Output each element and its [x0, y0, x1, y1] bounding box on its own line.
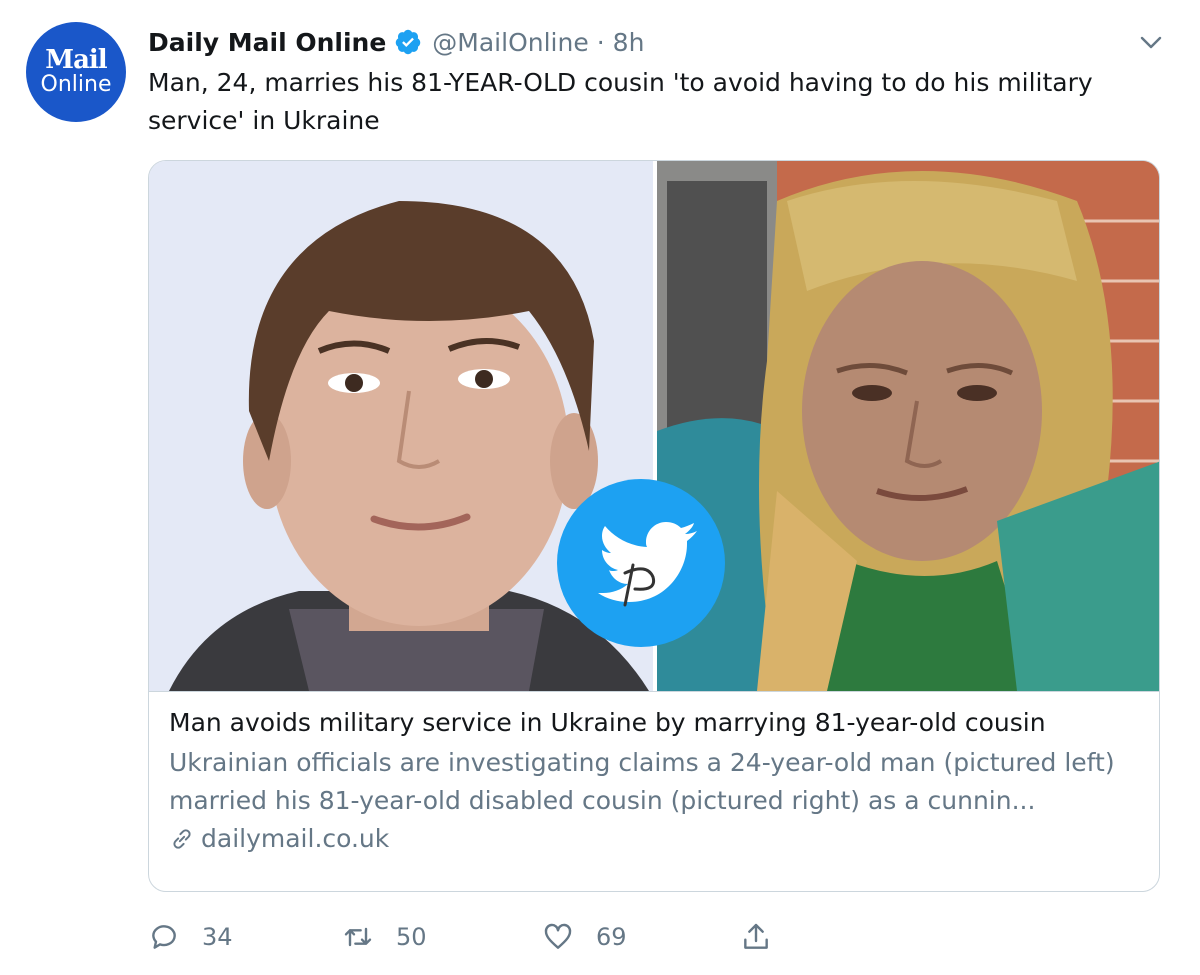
link-icon: [173, 828, 191, 849]
card-description: Ukrainian officials are investigating cl…: [169, 748, 1115, 815]
card-image[interactable]: [149, 161, 1159, 691]
link-card[interactable]: Man avoids military service in Ukraine b…: [148, 160, 1160, 892]
retweet-button[interactable]: 50: [342, 912, 427, 962]
card-domain-text: dailymail.co.uk: [201, 824, 390, 853]
author-name[interactable]: Daily Mail Online: [148, 28, 386, 57]
header-separator: ·: [596, 27, 605, 57]
retweet-count: 50: [396, 923, 427, 951]
chevron-down-icon[interactable]: [1140, 36, 1162, 50]
avatar-logo-line1: Mail: [45, 45, 107, 75]
photo-elderly-woman: [657, 161, 1159, 691]
like-count: 69: [596, 923, 627, 951]
reply-icon: [152, 925, 176, 949]
reply-count: 34: [202, 923, 233, 951]
card-title[interactable]: Man avoids military service in Ukraine b…: [169, 706, 1141, 740]
retweet-icon: [344, 927, 372, 947]
twitter-bird-watermark: [557, 479, 725, 647]
like-button[interactable]: 69: [542, 912, 627, 962]
author-avatar[interactable]: Mail Online: [26, 22, 126, 122]
avatar-logo-line2: Online: [40, 72, 112, 97]
author-handle[interactable]: @MailOnline: [432, 28, 588, 57]
share-icon: [744, 923, 768, 949]
share-button[interactable]: [740, 912, 794, 962]
tweet-timestamp[interactable]: 8h: [613, 28, 645, 57]
tweet-actions: 34 50 69: [148, 912, 848, 962]
tweet-text: Man, 24, marries his 81-YEAR-OLD cousin …: [148, 68, 1093, 135]
tweet-header: Daily Mail Online @MailOnline · 8h: [148, 24, 644, 60]
card-domain[interactable]: dailymail.co.uk: [169, 824, 1141, 853]
card-details[interactable]: Man avoids military service in Ukraine b…: [149, 691, 1159, 853]
reply-button[interactable]: 34: [148, 912, 233, 962]
verified-badge-icon: [396, 29, 421, 55]
heart-icon: [544, 923, 572, 949]
